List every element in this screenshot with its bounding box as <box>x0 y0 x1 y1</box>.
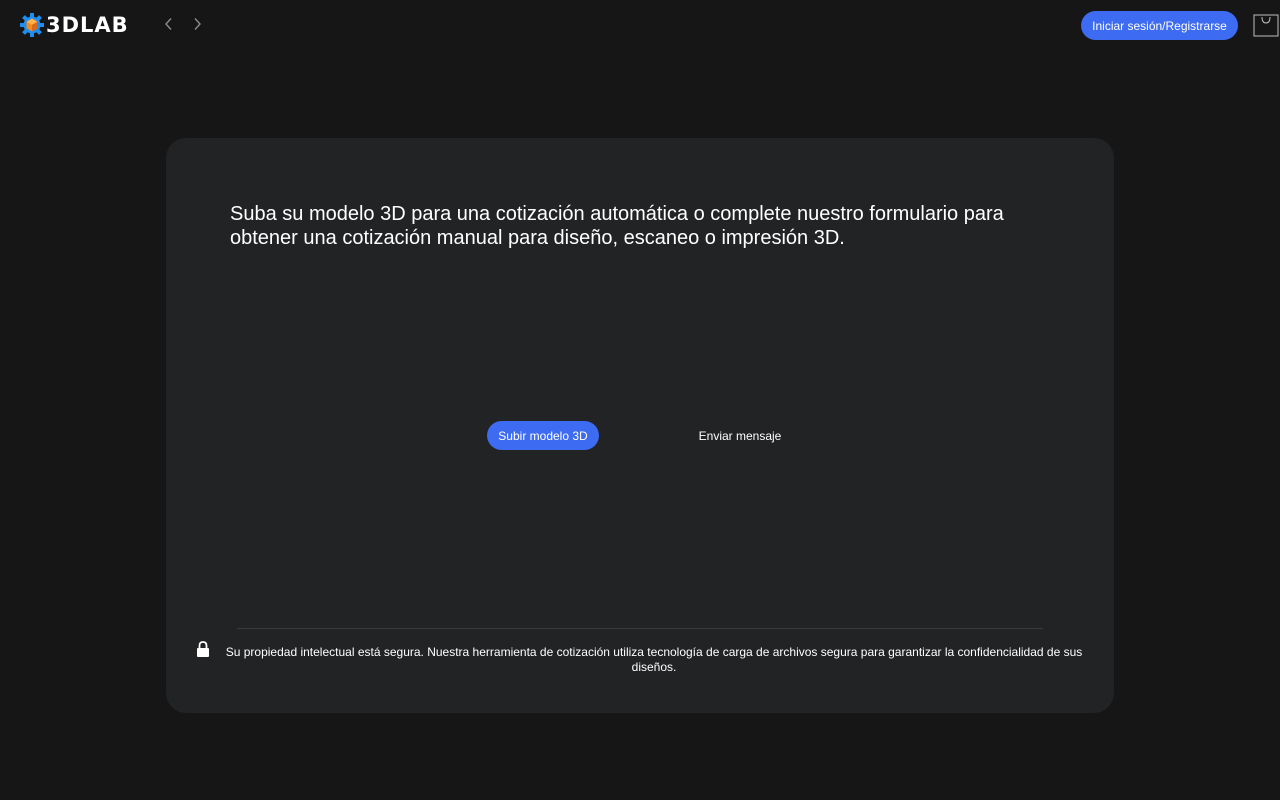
lock-icon <box>197 641 209 657</box>
logo-link[interactable]: 3DLAB <box>20 12 129 38</box>
send-message-button[interactable]: Enviar mensaje <box>688 421 792 450</box>
security-notice: Su propiedad intelectual está segura. Nu… <box>225 645 1083 674</box>
history-nav <box>160 15 206 33</box>
login-register-button[interactable]: Iniciar sesión/Registrarse <box>1081 11 1238 40</box>
chevron-left-icon[interactable] <box>160 15 178 33</box>
quote-headline: Suba su modelo 3D para una cotización au… <box>230 203 1004 249</box>
logo-text: 3DLAB <box>46 13 129 37</box>
shopping-bag-icon[interactable] <box>1252 12 1280 38</box>
chevron-right-icon[interactable] <box>188 15 206 33</box>
quote-card: Suba su modelo 3D para una cotización au… <box>166 138 1114 713</box>
upload-model-button[interactable]: Subir modelo 3D <box>487 421 599 450</box>
top-bar: 3DLAB Iniciar sesión/Registrarse <box>0 0 1280 50</box>
card-divider <box>237 628 1043 629</box>
logo-gear-icon <box>20 13 44 37</box>
